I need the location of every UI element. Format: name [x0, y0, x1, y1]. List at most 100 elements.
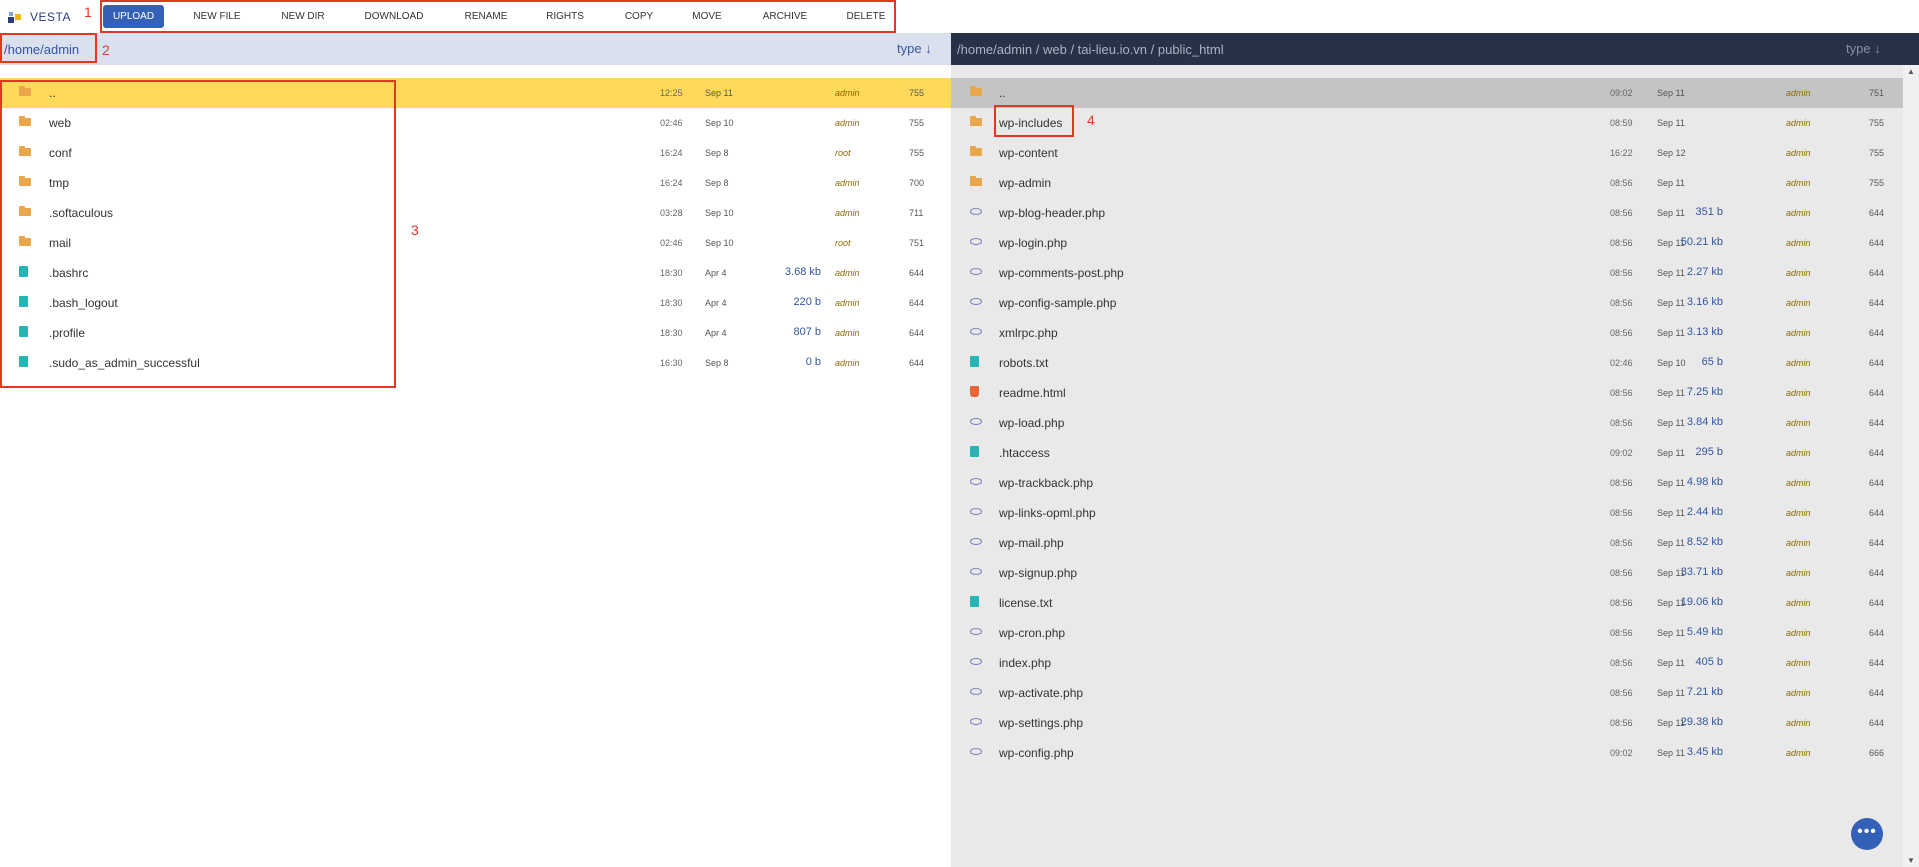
right-file-row[interactable]: wp-login.php 08:56 Sep 11 50.21 kb admin 644: [951, 228, 1903, 258]
right-file-row[interactable]: wp-config.php 09:02 Sep 11 3.45 kb admin 666: [951, 738, 1903, 768]
folder-icon: [970, 86, 982, 96]
left-file-row[interactable]: web 02:46 Sep 10 admin 755: [0, 108, 951, 138]
left-file-row[interactable]: mail 02:46 Sep 10 root 751: [0, 228, 951, 258]
left-sort-toggle[interactable]: type ↓: [897, 41, 932, 56]
file-name[interactable]: xmlrpc.php: [999, 326, 1058, 340]
archive-button[interactable]: ARCHIVE: [755, 5, 815, 28]
left-file-pane: .. 12:25 Sep 11 admin 755 web 02:46 Sep 10 admin…: [0, 65, 951, 867]
left-file-row[interactable]: conf 16:24 Sep 8 root 755: [0, 138, 951, 168]
file-name[interactable]: .bash_logout: [49, 296, 118, 310]
file-name[interactable]: .htaccess: [999, 446, 1050, 460]
file-name[interactable]: wp-mail.php: [999, 536, 1064, 550]
right-file-row[interactable]: license.txt 08:56 Sep 11 19.06 kb admin 644: [951, 588, 1903, 618]
left-path-breadcrumb[interactable]: /home/admin: [4, 42, 79, 57]
file-name[interactable]: wp-links-opml.php: [999, 506, 1096, 520]
file-name[interactable]: wp-config-sample.php: [999, 296, 1116, 310]
php-file-icon: [970, 658, 982, 665]
left-file-row[interactable]: .sudo_as_admin_successful 16:30 Sep 8 0 b ad…: [0, 348, 951, 378]
file-name[interactable]: wp-trackback.php: [999, 476, 1093, 490]
file-name[interactable]: web: [49, 116, 71, 130]
right-path-breadcrumb[interactable]: /home/admin / web / tai-lieu.io.vn / pub…: [957, 42, 1224, 57]
left-file-row[interactable]: .. 12:25 Sep 11 admin 755: [0, 78, 951, 108]
right-file-row[interactable]: wp-mail.php 08:56 Sep 11 8.52 kb admin 644: [951, 528, 1903, 558]
file-name[interactable]: .profile: [49, 326, 85, 340]
file-name[interactable]: wp-config.php: [999, 746, 1074, 760]
file-name[interactable]: wp-settings.php: [999, 716, 1083, 730]
left-file-row[interactable]: .profile 18:30 Apr 4 807 b admin 644: [0, 318, 951, 348]
file-name[interactable]: wp-content: [999, 146, 1058, 160]
file-name[interactable]: conf: [49, 146, 72, 160]
file-size: 3.13 kb: [1686, 326, 1723, 338]
file-owner: admin: [1786, 88, 1811, 98]
right-file-row[interactable]: wp-activate.php 08:56 Sep 11 7.21 kb admin 64…: [951, 678, 1903, 708]
file-name[interactable]: ..: [49, 86, 56, 100]
file-owner: admin: [1786, 658, 1811, 668]
scroll-up-icon[interactable]: ▲: [1907, 67, 1915, 76]
scroll-down-icon[interactable]: ▼: [1907, 856, 1915, 865]
file-time: 08:56: [1610, 628, 1633, 638]
copy-button[interactable]: COPY: [618, 5, 660, 28]
right-file-row[interactable]: wp-config-sample.php 08:56 Sep 11 3.16 kb ad…: [951, 288, 1903, 318]
right-file-row[interactable]: wp-settings.php 08:56 Sep 11 29.38 kb admin 6…: [951, 708, 1903, 738]
more-actions-button[interactable]: •••: [1851, 818, 1883, 850]
left-file-row[interactable]: .bash_logout 18:30 Apr 4 220 b admin 644: [0, 288, 951, 318]
delete-button[interactable]: DELETE: [841, 5, 891, 28]
move-button[interactable]: MOVE: [687, 5, 727, 28]
right-file-row[interactable]: wp-blog-header.php 08:56 Sep 11 351 b admin 6…: [951, 198, 1903, 228]
right-file-row[interactable]: robots.txt 02:46 Sep 10 65 b admin 644: [951, 348, 1903, 378]
right-file-row[interactable]: xmlrpc.php 08:56 Sep 11 3.13 kb admin 644: [951, 318, 1903, 348]
annotation-4: 4: [1087, 112, 1095, 128]
left-file-row[interactable]: tmp 16:24 Sep 8 admin 700: [0, 168, 951, 198]
right-file-row[interactable]: wp-content 16:22 Sep 12 admin 755: [951, 138, 1903, 168]
file-name[interactable]: wp-login.php: [999, 236, 1067, 250]
right-file-row[interactable]: index.php 08:56 Sep 11 405 b admin 644: [951, 648, 1903, 678]
file-name[interactable]: tmp: [49, 176, 69, 190]
file-name[interactable]: index.php: [999, 656, 1051, 670]
download-button[interactable]: DOWNLOAD: [357, 5, 431, 28]
folder-icon: [19, 116, 31, 126]
file-owner: admin: [1786, 178, 1811, 188]
rights-button[interactable]: RIGHTS: [541, 5, 589, 28]
file-owner: admin: [1786, 118, 1811, 128]
file-name[interactable]: mail: [49, 236, 71, 250]
file-name[interactable]: wp-cron.php: [999, 626, 1065, 640]
right-file-row[interactable]: wp-comments-post.php 08:56 Sep 11 2.27 kb ad…: [951, 258, 1903, 288]
file-name[interactable]: wp-admin: [999, 176, 1051, 190]
file-name[interactable]: .sudo_as_admin_successful: [49, 356, 200, 370]
file-name[interactable]: ..: [999, 86, 1006, 100]
new-file-button[interactable]: NEW FILE: [186, 5, 248, 28]
file-name[interactable]: wp-includes: [999, 116, 1062, 130]
file-permissions: 700: [909, 178, 925, 188]
file-name[interactable]: wp-activate.php: [999, 686, 1083, 700]
file-date: Sep 8: [705, 358, 729, 368]
right-file-row[interactable]: readme.html 08:56 Sep 11 7.25 kb admin 644: [951, 378, 1903, 408]
new-dir-button[interactable]: NEW DIR: [274, 5, 332, 28]
left-file-row[interactable]: .bashrc 18:30 Apr 4 3.68 kb admin 644: [0, 258, 951, 288]
right-file-row[interactable]: .htaccess 09:02 Sep 11 295 b admin 644: [951, 438, 1903, 468]
left-file-row[interactable]: .softaculous 03:28 Sep 10 admin 711: [0, 198, 951, 228]
file-size: 8.52 kb: [1686, 536, 1723, 548]
right-sort-toggle[interactable]: type ↓: [1846, 41, 1881, 56]
file-name[interactable]: wp-blog-header.php: [999, 206, 1105, 220]
file-name[interactable]: wp-signup.php: [999, 566, 1077, 580]
right-file-row[interactable]: wp-signup.php 08:56 Sep 11 33.71 kb admin 644: [951, 558, 1903, 588]
file-name[interactable]: .softaculous: [49, 206, 113, 220]
rename-button[interactable]: RENAME: [458, 5, 514, 28]
right-file-row[interactable]: wp-trackback.php 08:56 Sep 11 4.98 kb admin 6…: [951, 468, 1903, 498]
file-name[interactable]: wp-load.php: [999, 416, 1064, 430]
vesta-logo[interactable]: VESTA: [6, 9, 71, 25]
file-name[interactable]: wp-comments-post.php: [999, 266, 1124, 280]
file-name[interactable]: robots.txt: [999, 356, 1048, 370]
right-file-row[interactable]: wp-load.php 08:56 Sep 11 3.84 kb admin 644: [951, 408, 1903, 438]
right-file-row[interactable]: wp-cron.php 08:56 Sep 11 5.49 kb admin 644: [951, 618, 1903, 648]
file-icon: [19, 356, 28, 367]
file-name[interactable]: .bashrc: [49, 266, 88, 280]
right-file-row[interactable]: .. 09:02 Sep 11 admin 751: [951, 78, 1903, 108]
file-name[interactable]: license.txt: [999, 596, 1052, 610]
right-file-row[interactable]: wp-admin 08:56 Sep 11 admin 755: [951, 168, 1903, 198]
scrollbar[interactable]: ▲ ▼: [1903, 65, 1919, 867]
right-file-row[interactable]: wp-links-opml.php 08:56 Sep 11 2.44 kb admin…: [951, 498, 1903, 528]
file-name[interactable]: readme.html: [999, 386, 1066, 400]
upload-button[interactable]: UPLOAD: [103, 5, 164, 28]
php-file-icon: [970, 238, 982, 245]
